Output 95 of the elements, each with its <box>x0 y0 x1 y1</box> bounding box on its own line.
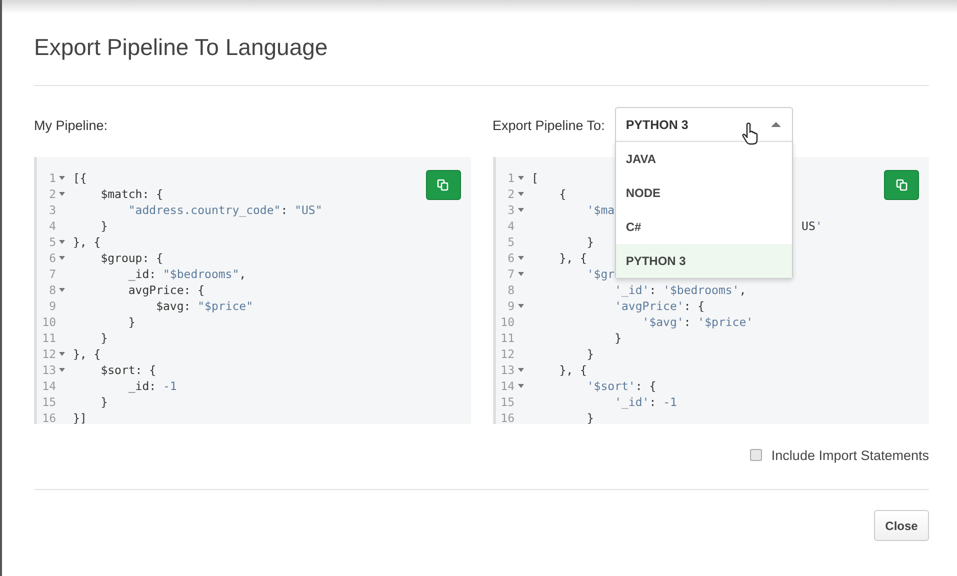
code-line: US' <box>800 218 822 234</box>
fold-arrow-icon[interactable] <box>518 368 524 372</box>
fold-arrow-icon[interactable] <box>59 192 65 196</box>
line-number: 6 <box>508 250 514 266</box>
fold-arrow-icon[interactable] <box>59 288 65 292</box>
line-number: 5 <box>49 234 56 250</box>
fold-arrow-icon[interactable] <box>518 192 524 196</box>
copy-icon <box>896 179 908 191</box>
copy-button[interactable] <box>884 170 919 200</box>
line-number: 10 <box>500 314 514 330</box>
line-number: 9 <box>508 298 514 314</box>
fold-arrow-icon[interactable] <box>518 304 524 308</box>
fold-arrow-icon[interactable] <box>518 256 524 260</box>
line-number: 1 <box>49 170 56 186</box>
code-line: avgPrice: { <box>127 282 205 298</box>
code-line: $sort: { <box>100 362 156 378</box>
fold-arrow-icon[interactable] <box>518 272 524 276</box>
fold-arrow-icon[interactable] <box>59 256 65 260</box>
code-line: [ <box>530 170 538 186</box>
line-number: 6 <box>49 250 56 266</box>
language-option[interactable]: C# <box>616 210 792 244</box>
line-number: 14 <box>42 378 56 394</box>
code-line: '_id': '$bedrooms', <box>614 282 746 298</box>
line-number: 13 <box>500 362 514 378</box>
line-number: 5 <box>508 234 514 250</box>
code-line: '$gr <box>586 266 615 282</box>
code-line: [{ <box>72 170 87 186</box>
code-line: $match: { <box>100 186 163 202</box>
line-number: 4 <box>49 218 56 234</box>
line-number: 9 <box>49 298 56 314</box>
close-button[interactable]: Close <box>874 510 929 541</box>
code-line: } <box>100 218 108 234</box>
line-number: 8 <box>49 282 56 298</box>
language-dropdown[interactable]: PYTHON 3 <box>614 107 793 142</box>
code-line: 'avgPrice': { <box>614 298 705 314</box>
line-number: 12 <box>42 346 56 362</box>
copy-icon <box>437 179 449 191</box>
code-line: '$avg': '$price' <box>641 314 754 330</box>
line-number: 11 <box>500 330 514 346</box>
code-line: '$sort': { <box>586 378 656 394</box>
line-number: 15 <box>500 394 514 410</box>
code-line: $avg: "$price" <box>155 298 254 314</box>
code-line: } <box>614 330 622 346</box>
line-number: 16 <box>42 410 56 424</box>
line-number: 1 <box>508 170 514 186</box>
fold-arrow-icon[interactable] <box>518 208 524 212</box>
line-number: 16 <box>500 410 514 424</box>
export-label: Export Pipeline To: <box>492 118 605 134</box>
line-number: 14 <box>500 378 514 394</box>
line-number: 2 <box>508 186 514 202</box>
fold-arrow-icon[interactable] <box>59 176 65 180</box>
import-checkbox[interactable] <box>750 449 762 461</box>
code-line: } <box>100 394 108 410</box>
language-option[interactable]: PYTHON 3 <box>616 244 792 278</box>
fold-arrow-icon[interactable] <box>59 368 65 372</box>
code-line: } <box>586 410 594 424</box>
code-line: { <box>558 186 566 202</box>
code-line: } <box>586 234 594 250</box>
caret-icon <box>770 121 782 128</box>
code-line: }] <box>72 410 87 424</box>
line-number: 13 <box>42 362 56 378</box>
line-number: 7 <box>508 266 514 282</box>
code-line: '$ma <box>586 202 615 218</box>
checkbox-label: Include Import Statements <box>771 448 929 462</box>
line-number: 11 <box>42 330 56 346</box>
line-number: 3 <box>49 202 56 218</box>
code-line: }, { <box>558 362 587 378</box>
code-line: }, { <box>72 234 101 250</box>
code-line: _id: "$bedrooms", <box>127 266 246 282</box>
code-line: } <box>127 314 136 330</box>
fold-arrow-icon[interactable] <box>518 176 524 180</box>
pipeline-label: My Pipeline: <box>34 118 108 134</box>
code-line: } <box>586 346 594 362</box>
fold-arrow-icon[interactable] <box>59 240 65 244</box>
language-option[interactable]: JAVA <box>616 142 792 176</box>
line-number: 15 <box>42 394 56 410</box>
line-number: 4 <box>508 218 514 234</box>
line-number: 2 <box>49 186 56 202</box>
line-number: 12 <box>500 346 514 362</box>
code-line: }, { <box>558 250 587 266</box>
copy-button[interactable] <box>426 170 460 200</box>
line-number: 8 <box>508 282 514 298</box>
code-line: }, { <box>72 346 101 362</box>
language-option[interactable]: NODE <box>616 176 792 210</box>
line-number: 3 <box>508 202 514 218</box>
line-number: 10 <box>42 314 56 330</box>
line-number: 7 <box>49 266 56 282</box>
code-line: '_id': -1 <box>614 394 677 410</box>
code-line: _id: -1 <box>127 378 177 394</box>
code-line: } <box>100 330 108 346</box>
code-line: "address.country_code": "US" <box>127 202 322 218</box>
dialog-title: Export Pipeline To Language <box>34 33 328 61</box>
fold-arrow-icon[interactable] <box>59 352 65 356</box>
code-line: $group: { <box>100 250 163 266</box>
fold-arrow-icon[interactable] <box>518 384 524 388</box>
